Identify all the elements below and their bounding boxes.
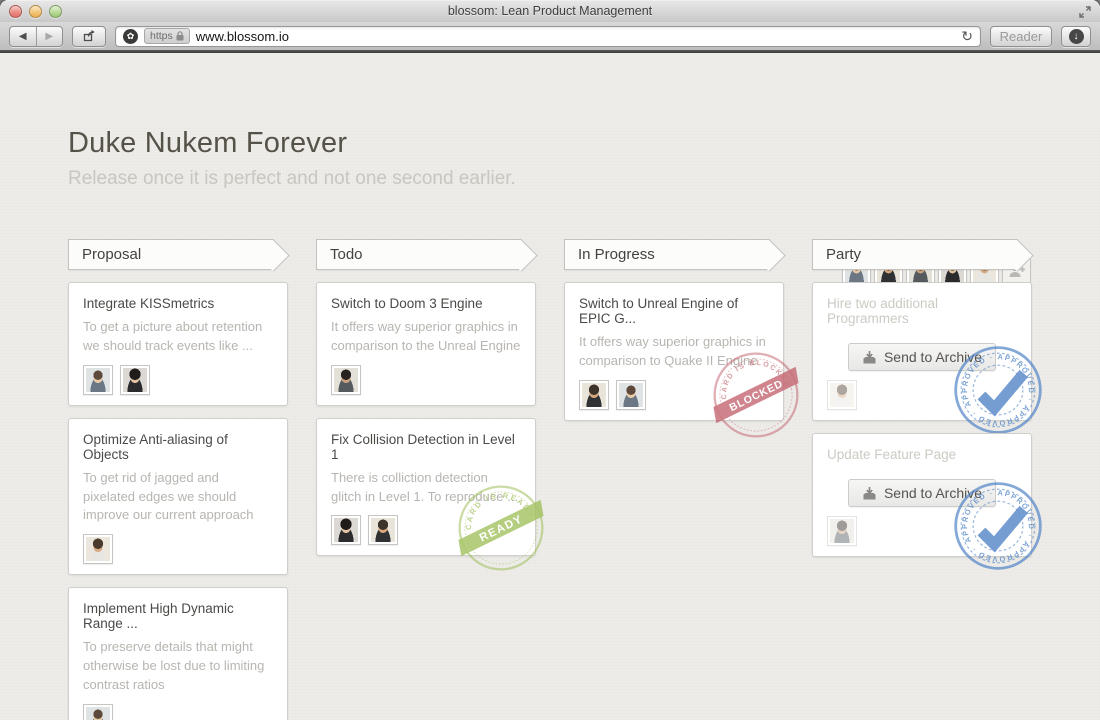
assignee-avatar[interactable] [579,379,609,410]
address-bar[interactable]: ✿ https www.blossom.io ↻ [115,25,981,47]
titlebar: blossom: Lean Product Management [0,0,1100,22]
assignee-avatar[interactable] [331,515,361,546]
browser-window: blossom: Lean Product Management ◀ ▶ ✿ h… [0,0,1100,720]
card[interactable]: Hire two additional Programmers Send to … [812,282,1044,436]
assignee-avatar[interactable] [83,703,113,720]
archive-icon [863,486,876,499]
https-label: https [150,30,173,42]
toolbar-divider [0,50,1100,53]
column-party: Party Hire two additional Programmers Se… [812,239,1044,572]
site-favicon: ✿ [123,28,138,44]
reader-label: Reader [999,28,1043,44]
lock-icon [176,31,184,41]
column-proposal: Proposal Integrate KISSmetrics To get a … [68,239,288,720]
assignee-avatar[interactable] [827,516,857,546]
url-text[interactable]: www.blossom.io [196,29,289,44]
kanban-board: Proposal Integrate KISSmetrics To get a … [68,239,1044,720]
card-assignees [83,364,273,395]
card[interactable]: Switch to Doom 3 Engine It offers way su… [316,282,536,406]
column-header-in-progress: In Progress [564,239,770,270]
project-title: Duke Nukem Forever [68,127,348,159]
card[interactable]: Implement High Dynamic Range ... To pres… [68,587,288,720]
assignee-avatar[interactable] [827,380,857,410]
archive-icon [863,350,876,363]
close-window-button[interactable] [9,5,22,18]
download-icon: ↓ [1068,28,1084,44]
forward-button[interactable]: ▶ [37,27,63,46]
reader-button[interactable]: Reader [990,25,1052,47]
column-in-progress: In Progress Switch to Unreal Engine of E… [564,239,806,438]
share-icon [83,30,95,42]
assignee-avatar[interactable] [83,534,113,565]
column-header-party: Party [812,239,1018,270]
card[interactable]: Integrate KISSmetrics To get a picture a… [68,282,288,406]
card[interactable]: Update Feature Page Send to Archive APPR… [812,433,1044,572]
assignee-avatar[interactable] [331,364,361,395]
project-subtitle: Release once it is perfect and not one s… [68,168,516,189]
traffic-lights [9,5,62,18]
assignee-avatar[interactable] [83,364,113,395]
card-assignees [579,379,769,410]
column-todo: Todo Switch to Doom 3 Engine It offers w… [316,239,551,571]
card-assignees [827,516,1017,546]
back-button[interactable]: ◀ [10,26,37,46]
fullscreen-icon[interactable] [1078,5,1092,19]
card[interactable]: Fix Collision Detection in Level 1 There… [316,417,551,571]
card-assignees [83,703,273,720]
nav-buttons: ◀ ▶ [9,25,63,47]
refresh-button[interactable]: ↻ [961,28,973,45]
share-button[interactable] [72,25,106,47]
column-header-proposal: Proposal [68,239,274,270]
assignee-avatar[interactable] [616,379,646,410]
zoom-window-button[interactable] [49,5,62,18]
assignee-avatar[interactable] [120,364,150,395]
downloads-button[interactable]: ↓ [1061,25,1091,47]
page-content: Duke Nukem Forever Release once it is pe… [0,127,1100,720]
send-to-archive-button[interactable]: Send to Archive [847,343,997,371]
card-assignees [827,380,1017,410]
card-assignees [83,534,273,565]
card[interactable]: Switch to Unreal Engine of EPIC G... It … [564,282,806,438]
browser-toolbar: ◀ ▶ ✿ https www.blossom.io ↻ Reader ↓ [0,22,1100,50]
send-to-archive-button[interactable]: Send to Archive [847,479,997,507]
window-title: blossom: Lean Product Management [447,4,653,18]
assignee-avatar[interactable] [368,515,398,546]
minimize-window-button[interactable] [29,5,42,18]
card-assignees [331,364,521,395]
card-assignees [331,515,521,546]
card[interactable]: Optimize Anti-aliasing of Objects To get… [68,417,288,576]
column-header-todo: Todo [316,239,522,270]
https-badge: https [144,28,190,44]
